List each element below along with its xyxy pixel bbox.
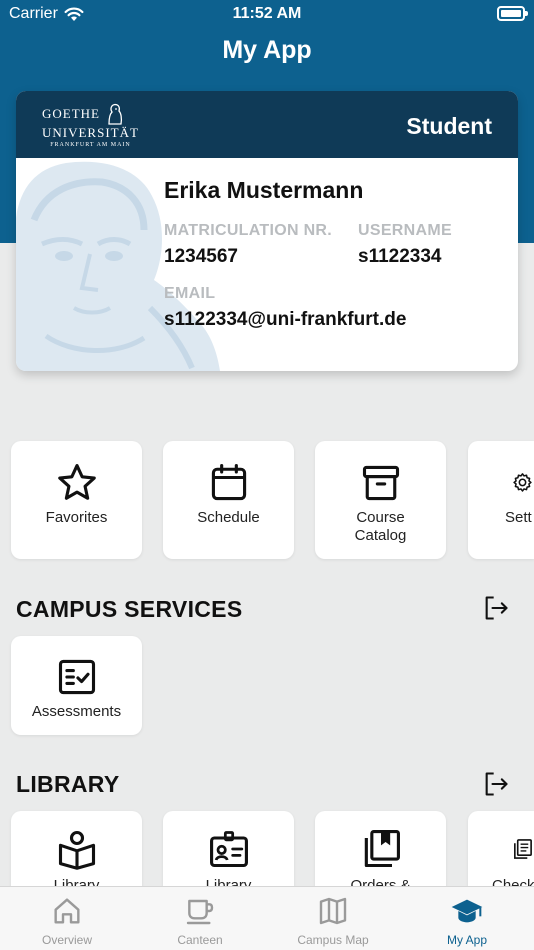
course-catalog-tile[interactable]: Course Catalog (315, 441, 446, 559)
tab-campus-map-label: Campus Map (297, 933, 369, 947)
username-value: s1122334 (358, 246, 442, 267)
logo-line-1: GOETHE (42, 106, 100, 121)
assessments-tile[interactable]: Assessments (11, 636, 142, 735)
email-value: s1122334@uni-frankfurt.de (164, 309, 407, 330)
tab-canteen-label: Canteen (177, 933, 223, 947)
matriculation-label: MATRICULATION NR. (164, 222, 333, 239)
status-bar: Carrier 11:52 AM (0, 0, 534, 28)
tab-overview-label: Overview (41, 933, 92, 947)
schedule-tile[interactable]: Schedule (163, 441, 294, 559)
card-header: GOETHE UNIVERSITÄT FRANKFURT AM MAIN Stu… (16, 91, 518, 158)
settings-label: Sett (505, 509, 532, 526)
username-label: USERNAME (358, 222, 452, 239)
tab-campus-map[interactable]: Campus Map (266, 887, 400, 950)
goethe-logo-icon (108, 103, 123, 125)
home-icon (54, 898, 80, 924)
schedule-label: Schedule (197, 509, 260, 526)
student-name: Erika Mustermann (164, 177, 364, 203)
checklist-icon (58, 659, 95, 695)
course-catalog-label: Course Catalog (354, 509, 407, 544)
tab-my-app-label: My App (446, 933, 488, 947)
gear-icon (513, 473, 532, 492)
matriculation-value: 1234567 (164, 246, 238, 267)
id-card-icon (209, 831, 248, 868)
graduation-cap-icon (451, 899, 483, 923)
email-label: EMAIL (164, 285, 216, 302)
logo-line-2: UNIVERSITÄT (42, 125, 139, 140)
map-icon (319, 897, 347, 925)
documents-icon (514, 839, 532, 859)
role-label: Student (406, 113, 492, 139)
favorites-label: Favorites (45, 509, 108, 526)
campus-services-exit-icon[interactable] (482, 594, 510, 622)
tab-my-app[interactable]: My App (400, 887, 534, 950)
books-bookmark-icon (364, 830, 400, 868)
page-title: My App (222, 36, 312, 64)
book-reader-icon (58, 830, 95, 870)
favorites-tile[interactable]: Favorites (11, 441, 142, 559)
battery-icon (497, 6, 528, 21)
tab-canteen[interactable]: Canteen (133, 887, 267, 950)
university-logo: GOETHE UNIVERSITÄT FRANKFURT AM MAIN (42, 103, 139, 148)
star-icon (57, 464, 96, 500)
archive-box-icon (362, 465, 399, 501)
assessments-label: Assessments (31, 703, 122, 720)
coffee-cup-icon (186, 899, 214, 925)
library-exit-icon[interactable] (482, 770, 510, 798)
campus-services-title: CAMPUS SERVICES (16, 596, 243, 622)
tab-bar: Overview Canteen Campus Map My App (0, 886, 534, 950)
logo-line-3: FRANKFURT AM MAIN (50, 142, 131, 148)
clock: 11:52 AM (232, 5, 302, 22)
tab-overview[interactable]: Overview (0, 887, 134, 950)
calendar-icon (211, 464, 246, 501)
settings-tile[interactable]: Sett (468, 441, 534, 559)
library-title: LIBRARY (16, 771, 120, 797)
student-id-card[interactable]: GOETHE UNIVERSITÄT FRANKFURT AM MAIN Stu… (16, 91, 518, 371)
